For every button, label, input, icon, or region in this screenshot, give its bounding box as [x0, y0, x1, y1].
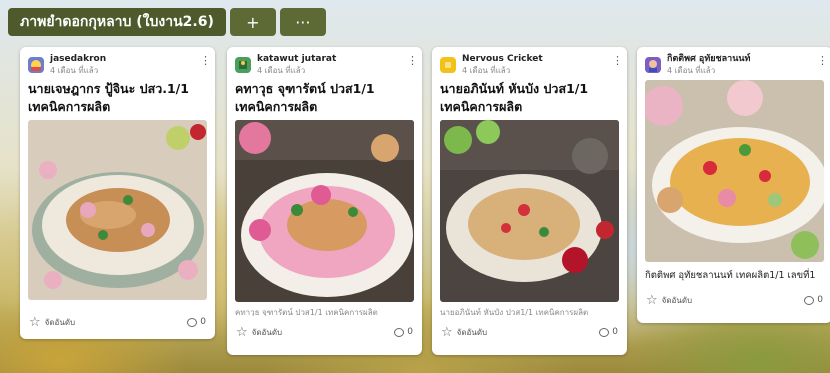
comment-icon [394, 327, 405, 337]
post-time: 4 เดือน ที่แล้ว [462, 66, 511, 75]
rank-button[interactable]: ☆ จัดอันดับ [236, 325, 282, 340]
post-time: 4 เดือน ที่แล้ว [50, 66, 99, 75]
comments-button[interactable]: 0 [187, 317, 206, 327]
comment-count: 0 [407, 327, 413, 337]
board-title[interactable]: ภาพยำดอกกุหลาบ (ใบงาน2.6) [8, 8, 226, 36]
post-caption: คทาวุธ จุฑารัตน์ ปวส1/1 เทคนิคการผลิต [235, 308, 378, 316]
comments-button[interactable]: 0 [804, 295, 823, 305]
author-name[interactable]: Nervous Cricket [462, 54, 612, 65]
rank-label: จัดอันดับ [44, 317, 76, 327]
star-icon: ☆ [236, 324, 248, 340]
star-icon: ☆ [441, 324, 453, 340]
comment-count: 0 [200, 317, 206, 327]
post-image[interactable] [645, 80, 824, 262]
comments-button[interactable]: 0 [599, 327, 618, 337]
star-icon: ☆ [646, 292, 658, 308]
avatar[interactable] [235, 57, 251, 73]
post-card[interactable]: กิตติพศ อุทัยชลานนท์ 4 เดือน ที่แล้ว ⋮ ก… [637, 47, 830, 323]
more-options-icon[interactable]: ⋮ [612, 54, 623, 80]
post-image[interactable] [440, 120, 619, 302]
add-column-button[interactable]: + [229, 8, 276, 36]
rank-label: จัดอันดับ [661, 295, 693, 305]
post-time: 4 เดือน ที่แล้ว [257, 66, 306, 75]
post-image[interactable] [28, 120, 207, 300]
author-name[interactable]: jasedakron [50, 54, 200, 65]
rank-label: จัดอันดับ [251, 327, 283, 337]
comment-count: 0 [817, 295, 823, 305]
post-card[interactable]: jasedakron 4 เดือน ที่แล้ว ⋮ นายเจษฎากร … [20, 47, 215, 339]
star-icon: ☆ [29, 314, 41, 330]
rank-button[interactable]: ☆ จัดอันดับ [29, 315, 75, 330]
post-title: นายเจษฎากร ปู้จินะ ปสว.1/1 เทคนิคการผลิต [28, 81, 189, 114]
post-caption: กิตติพศ อุทัยชลานนท์ เทคผลิต1/1 เลขที่1 [645, 270, 816, 281]
more-options-icon[interactable]: ⋮ [817, 54, 828, 80]
post-card[interactable]: katawut jutarat 4 เดือน ที่แล้ว ⋮ คทาวุธ… [227, 47, 422, 355]
comment-count: 0 [612, 327, 618, 337]
post-caption: นายอภินันท์ หันบัง ปวส1/1 เทคนิคการผลิต [440, 308, 589, 316]
board-menu-button[interactable]: ··· [279, 8, 326, 36]
post-time: 4 เดือน ที่แล้ว [667, 66, 716, 75]
more-options-icon[interactable]: ⋮ [407, 54, 418, 80]
post-title: คทาวุธ จุฑารัตน์ ปวส1/1 เทคนิคการผลิต [235, 81, 375, 114]
author-name[interactable]: katawut jutarat [257, 54, 407, 65]
board-header: ภาพยำดอกกุหลาบ (ใบงาน2.6) + ··· [8, 8, 326, 36]
rank-button[interactable]: ☆ จัดอันดับ [441, 325, 487, 340]
post-image[interactable] [235, 120, 414, 302]
comments-button[interactable]: 0 [394, 327, 413, 337]
avatar[interactable] [28, 57, 44, 73]
author-name[interactable]: กิตติพศ อุทัยชลานนท์ [667, 54, 817, 65]
comment-icon [804, 295, 815, 305]
avatar[interactable] [645, 57, 661, 73]
post-title: นายอภินันท์ หันบัง ปวส1/1 เทคนิคการผลิต [440, 81, 589, 114]
comment-icon [187, 317, 198, 327]
more-options-icon[interactable]: ⋮ [200, 54, 211, 80]
post-card[interactable]: Nervous Cricket 4 เดือน ที่แล้ว ⋮ นายอภิ… [432, 47, 627, 355]
rank-label: จัดอันดับ [456, 327, 488, 337]
avatar[interactable] [440, 57, 456, 73]
rank-button[interactable]: ☆ จัดอันดับ [646, 293, 692, 308]
comment-icon [599, 327, 610, 337]
